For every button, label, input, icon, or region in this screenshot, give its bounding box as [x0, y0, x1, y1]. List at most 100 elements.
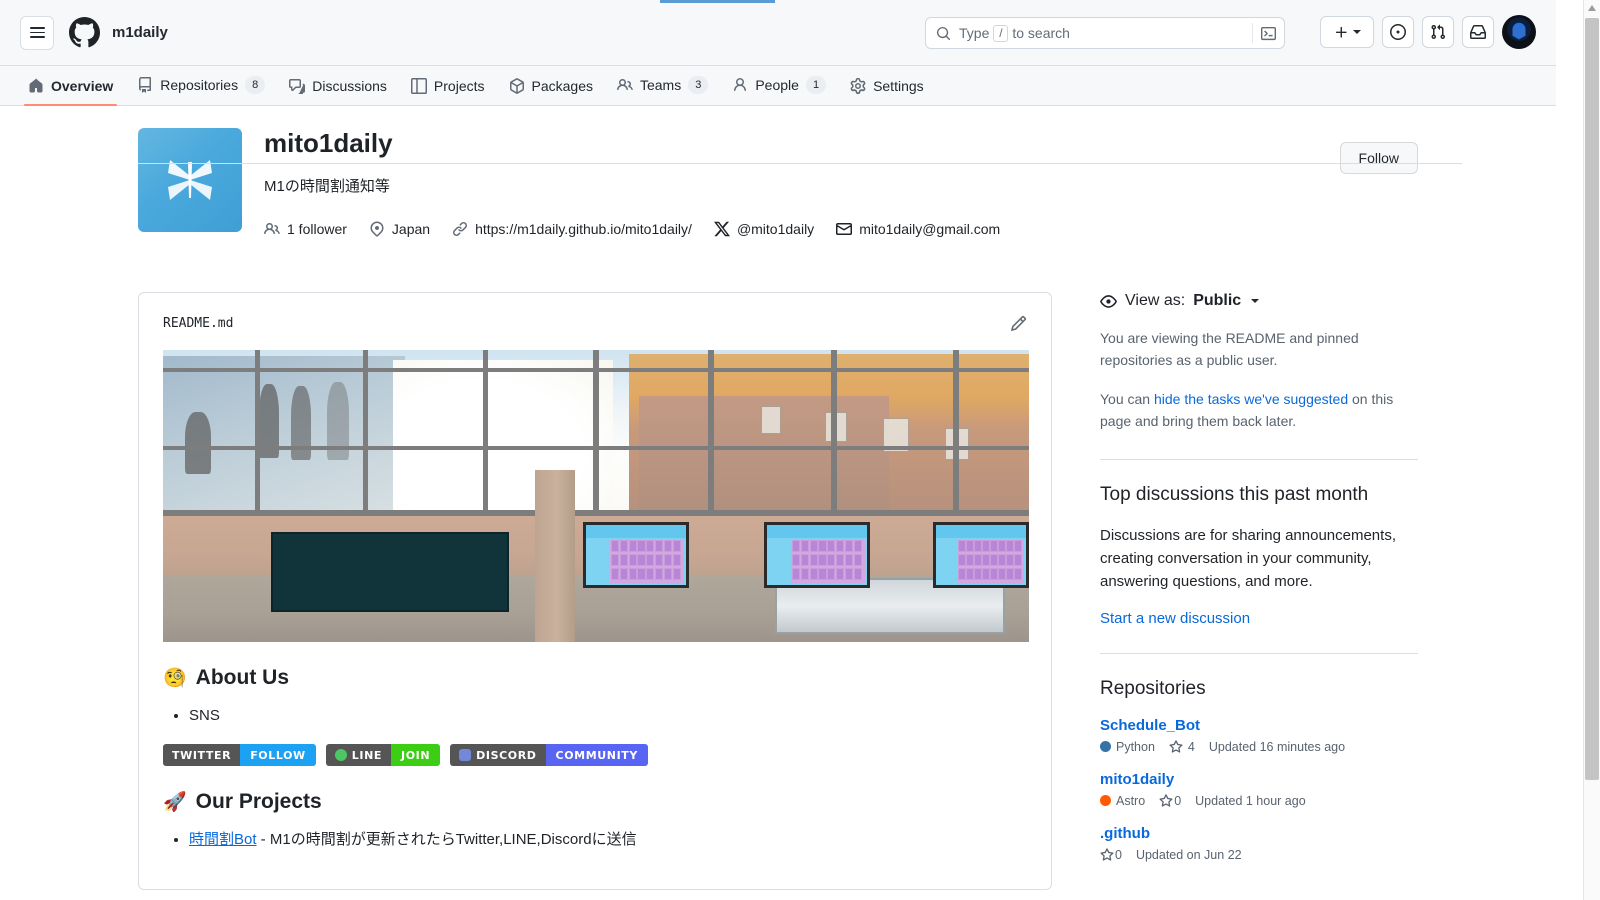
repo-stars[interactable]: 4: [1169, 740, 1195, 754]
repo-stars[interactable]: 0: [1100, 848, 1122, 862]
command-palette-icon[interactable]: [1252, 23, 1276, 43]
org-bio: M1の時間割通知等: [264, 175, 1418, 196]
chevron-down-icon: [1353, 30, 1361, 34]
social-badges: TWITTER FOLLOW LINE JOIN DISCORD: [163, 744, 1027, 766]
email-link[interactable]: mito1daily@gmail.com: [836, 221, 1000, 237]
hide-tasks-note: You can hide the tasks we've suggested o…: [1100, 389, 1418, 432]
repo-language: Astro: [1100, 794, 1145, 808]
repo-meta: Astro 0 Updated 1 hour ago: [1100, 794, 1418, 808]
website-url[interactable]: https://m1daily.github.io/mito1daily/: [475, 221, 692, 237]
repo-icon: [137, 77, 153, 93]
create-new-button[interactable]: [1320, 16, 1374, 48]
list-item: Schedule_Bot Python 4 Updated 16 minutes…: [1100, 717, 1418, 754]
tab-projects[interactable]: Projects: [399, 78, 497, 105]
repo-meta: Python 4 Updated 16 minutes ago: [1100, 740, 1418, 754]
tab-discussions-label: Discussions: [312, 78, 387, 94]
about-us-list: SNS: [163, 704, 1027, 728]
tab-overview-label: Overview: [51, 78, 113, 94]
website-link[interactable]: https://m1daily.github.io/mito1daily/: [452, 221, 692, 237]
email-address[interactable]: mito1daily@gmail.com: [859, 221, 1000, 237]
user-avatar[interactable]: [1502, 15, 1536, 49]
twitter-badge[interactable]: TWITTER FOLLOW: [163, 744, 316, 766]
followers-text: 1 follower: [287, 221, 347, 237]
header-actions: [1320, 15, 1536, 49]
repo-link[interactable]: mito1daily: [1100, 771, 1174, 788]
our-projects-list: 時間割Bot - M1の時間割が更新されたらTwitter,LINE,Disco…: [163, 828, 1027, 852]
tab-teams-count: 3: [688, 76, 708, 94]
search-placeholder-suffix: to search: [1012, 25, 1070, 41]
org-profile-header: mito1daily M1の時間割通知等 1 follower Japan ht…: [0, 106, 1556, 237]
location-text: Japan: [392, 221, 430, 237]
tab-settings-label: Settings: [873, 78, 924, 94]
tab-repositories-count: 8: [245, 76, 265, 94]
our-projects-heading: 🚀 Our Projects: [163, 790, 1027, 814]
view-as-selector[interactable]: View as: Public: [1100, 292, 1418, 310]
follow-button[interactable]: Follow: [1340, 142, 1418, 174]
tab-discussions[interactable]: Discussions: [277, 78, 399, 105]
pull-requests-button[interactable]: [1422, 16, 1454, 48]
location: Japan: [369, 221, 430, 237]
discord-badge[interactable]: DISCORD COMMUNITY: [450, 744, 648, 766]
hamburger-icon[interactable]: [20, 16, 54, 50]
start-discussion-link[interactable]: Start a new discussion: [1100, 610, 1418, 627]
repo-updated: Updated 16 minutes ago: [1209, 740, 1345, 754]
org-name-header[interactable]: m1daily: [112, 24, 168, 41]
twitter-link[interactable]: @mito1daily: [714, 221, 814, 237]
org-nav-tabs: Overview Repositories 8 Discussions Proj…: [0, 66, 1556, 106]
repo-star-count: 0: [1174, 794, 1181, 808]
repo-language: Python: [1100, 740, 1155, 754]
link-icon: [452, 221, 468, 237]
page-title: mito1daily: [264, 128, 1418, 159]
line-badge-label-text: LINE: [352, 749, 382, 762]
tab-teams-label: Teams: [640, 77, 681, 93]
tab-overview[interactable]: Overview: [16, 78, 125, 105]
about-us-heading: 🧐 About Us: [163, 666, 1027, 690]
mail-icon: [836, 221, 852, 237]
notifications-inbox-button[interactable]: [1462, 16, 1494, 48]
repo-link[interactable]: .github: [1100, 825, 1150, 842]
issues-button[interactable]: [1382, 16, 1414, 48]
project-link[interactable]: 時間割Bot: [189, 831, 257, 848]
tab-settings[interactable]: Settings: [838, 78, 936, 105]
tab-teams[interactable]: Teams 3: [605, 76, 720, 105]
tab-packages-label: Packages: [532, 78, 593, 94]
scrollbar-thumb[interactable]: [1585, 18, 1599, 780]
top-discussions-heading: Top discussions this past month: [1100, 484, 1418, 506]
line-badge-label: LINE: [326, 744, 391, 766]
repo-stars[interactable]: 0: [1159, 794, 1181, 808]
search-placeholder-prefix: Type: [959, 25, 989, 41]
monocle-face-emoji: 🧐: [163, 669, 187, 688]
repo-updated: Updated on Jun 22: [1136, 848, 1242, 862]
github-mark-icon[interactable]: [69, 17, 100, 48]
chevron-down-icon[interactable]: [1251, 299, 1259, 303]
readme-column: README.md: [138, 292, 1052, 890]
search-slash-key: /: [993, 25, 1008, 42]
twitter-handle[interactable]: @mito1daily: [737, 221, 814, 237]
scrollbar[interactable]: [1583, 0, 1600, 900]
tab-packages[interactable]: Packages: [497, 78, 605, 105]
tab-people[interactable]: People 1: [720, 76, 838, 105]
repo-link[interactable]: Schedule_Bot: [1100, 717, 1200, 734]
sidebar-column: View as: Public You are viewing the READ…: [1100, 292, 1418, 890]
search-input[interactable]: Type / to search: [925, 17, 1285, 49]
star-icon: [1100, 848, 1114, 862]
view-as-label: View as:: [1125, 292, 1185, 310]
hide-tasks-link[interactable]: hide the tasks we've suggested: [1154, 391, 1348, 407]
people-icon: [617, 77, 633, 93]
followers-link[interactable]: 1 follower: [264, 221, 347, 237]
org-avatar-logo[interactable]: [138, 128, 242, 232]
tab-repositories[interactable]: Repositories 8: [125, 76, 277, 105]
top-discussions-body: Discussions are for sharing announcement…: [1100, 524, 1418, 594]
project-icon: [411, 78, 427, 94]
line-badge-value: JOIN: [391, 744, 440, 766]
github-org-profile-page: m1daily Type / to search: [0, 0, 1600, 900]
view-as-note: You are viewing the README and pinned re…: [1100, 328, 1418, 371]
scroll-up-arrow-icon[interactable]: [1588, 5, 1596, 11]
view-as-value: Public: [1193, 292, 1241, 310]
tab-people-label: People: [755, 77, 799, 93]
discord-badge-label: DISCORD: [450, 744, 545, 766]
line-badge[interactable]: LINE JOIN: [326, 744, 440, 766]
discord-badge-value: COMMUNITY: [546, 744, 648, 766]
pencil-icon[interactable]: [1010, 315, 1027, 332]
discord-icon: [459, 749, 471, 761]
